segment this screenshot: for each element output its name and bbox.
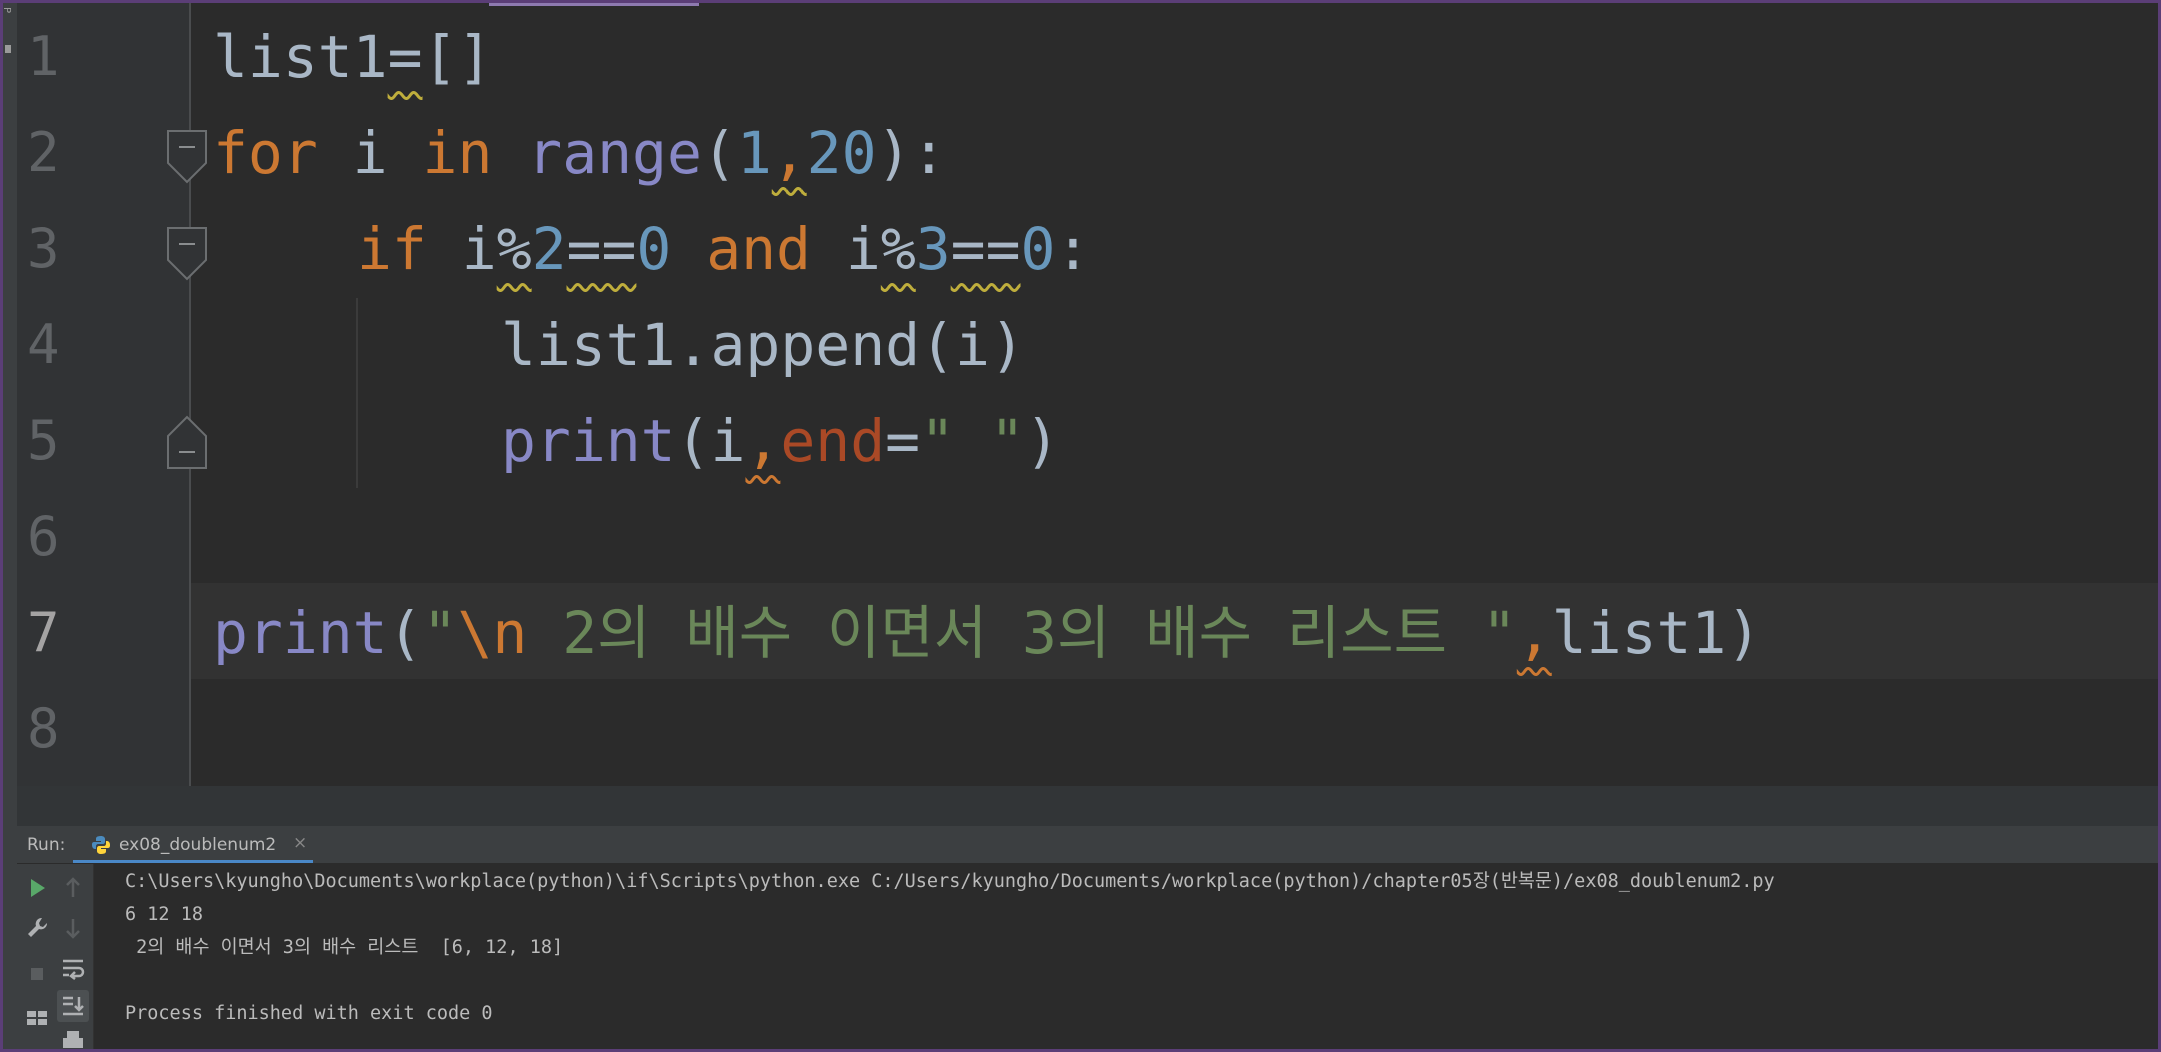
line-number-gutter: 1 2 3 4 5 6 7 8 bbox=[17, 3, 189, 786]
fold-icon[interactable] bbox=[167, 413, 207, 469]
console-line: 6 12 18 bbox=[125, 904, 203, 925]
line-number: 8 bbox=[27, 697, 60, 760]
line-number: 6 bbox=[27, 505, 60, 568]
ide-window: P 1 2 3 4 5 6 7 8 list1=[] for i in rang… bbox=[3, 3, 2158, 1049]
run-toolbar-primary bbox=[17, 864, 53, 1049]
line-number: 4 bbox=[27, 313, 60, 376]
project-strip-label[interactable]: P bbox=[3, 7, 12, 13]
code-line-1[interactable]: list1=[] bbox=[213, 9, 492, 105]
print-icon[interactable] bbox=[59, 1028, 87, 1049]
run-toolbar-secondary bbox=[53, 864, 94, 1049]
run-panel-header: Run: ex08_doublenum2 × bbox=[17, 826, 2158, 864]
indent-guide bbox=[356, 298, 358, 488]
python-icon bbox=[92, 836, 110, 854]
code-line-7[interactable]: print("\n 2의 배수 이면서 3의 배수 리스트 ",list1) bbox=[213, 585, 1761, 681]
strip-marker bbox=[5, 45, 11, 53]
code-line-3[interactable]: if i%2==0 and i%3==0: bbox=[357, 201, 1090, 297]
run-tab-label: ex08_doublenum2 bbox=[119, 835, 277, 855]
run-tab[interactable]: ex08_doublenum2 × bbox=[73, 826, 313, 863]
code-line-4[interactable]: list1.append(i) bbox=[501, 297, 1025, 393]
code-editor[interactable]: 1 2 3 4 5 6 7 8 list1=[] for i in range(… bbox=[17, 3, 2158, 786]
line-number: 3 bbox=[27, 217, 60, 280]
up-arrow-icon[interactable] bbox=[59, 874, 87, 902]
fold-icon[interactable] bbox=[167, 227, 207, 283]
line-number-current: 7 bbox=[27, 601, 60, 664]
code-line-5[interactable]: print(i,end=" ") bbox=[501, 393, 1060, 489]
close-tab-icon[interactable]: × bbox=[293, 833, 307, 853]
soft-wrap-icon[interactable] bbox=[59, 954, 87, 982]
console-output[interactable]: C:\Users\kyungho\Documents\workplace(pyt… bbox=[94, 864, 2158, 1049]
run-icon[interactable] bbox=[23, 874, 51, 902]
editor-status-strip bbox=[17, 786, 2158, 826]
wrench-icon[interactable] bbox=[23, 914, 51, 942]
left-tool-strip: P bbox=[3, 3, 18, 1049]
layout-icon[interactable] bbox=[23, 1004, 51, 1032]
fold-icon[interactable] bbox=[167, 130, 207, 186]
editor-tab-indicator bbox=[489, 3, 699, 6]
run-panel-label: Run: bbox=[27, 835, 66, 855]
down-arrow-icon[interactable] bbox=[59, 914, 87, 942]
code-line-2[interactable]: for i in range(1,20): bbox=[213, 105, 946, 201]
scroll-to-end-icon bbox=[63, 996, 84, 1016]
console-line: Process finished with exit code 0 bbox=[125, 1003, 493, 1024]
line-number: 1 bbox=[27, 25, 60, 88]
console-line: 2의 배수 이면서 3의 배수 리스트 [6, 12, 18] bbox=[125, 937, 564, 958]
line-number: 2 bbox=[27, 121, 60, 184]
console-line: C:\Users\kyungho\Documents\workplace(pyt… bbox=[125, 871, 1775, 892]
line-number: 5 bbox=[27, 409, 60, 472]
stop-icon[interactable] bbox=[23, 960, 51, 988]
scroll-to-end-toggle[interactable] bbox=[57, 990, 89, 1022]
